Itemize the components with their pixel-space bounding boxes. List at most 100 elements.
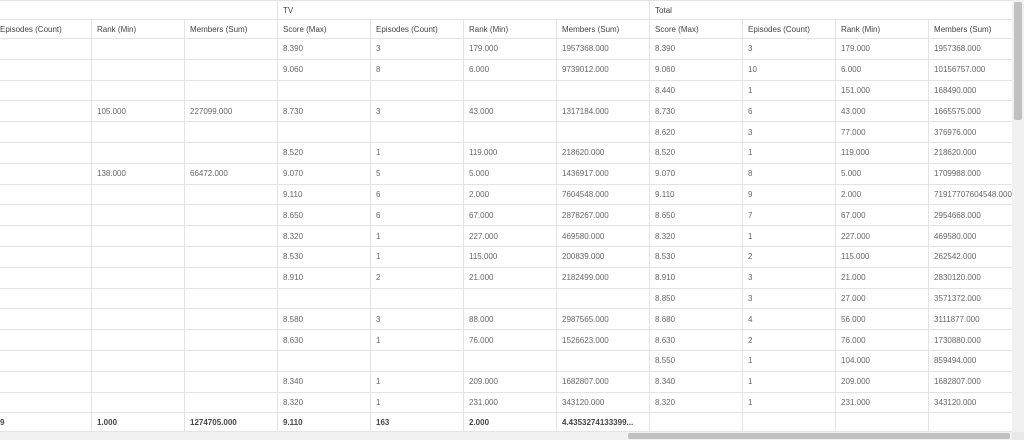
table-cell [0, 121, 92, 143]
table-cell: 1730880.000 [928, 329, 1012, 351]
table-row[interactable]: 8.520 1 119.000 218620.000 8.520 1 119.000 2186… [0, 141, 1012, 164]
column-header[interactable]: Rank (Min) [91, 19, 185, 39]
table-cell: 3571372.000 [928, 287, 1012, 310]
table-cell: 2830120.000 [928, 266, 1012, 289]
table-cell: 5.000 [835, 162, 930, 185]
table-cell [184, 287, 278, 310]
table-cell: 1 [370, 329, 464, 351]
table-cell: 77.000 [835, 121, 930, 143]
table-cell: 8.530 [277, 245, 371, 268]
column-header[interactable]: Score (Max) [649, 19, 744, 39]
table-cell: 9.070 [649, 162, 744, 185]
table-row[interactable]: 8.530 1 115.000 200839.000 8.530 2 115.000 2625… [0, 245, 1012, 268]
pivot-grid: TV Total Episodes (Count) Rank (Min) Member… [0, 0, 1012, 432]
column-header[interactable]: Members (Sum) [928, 19, 1012, 39]
table-cell [91, 79, 185, 102]
column-header[interactable]: Episodes (Count) [742, 19, 837, 39]
total-cell: 9.110 [277, 412, 371, 432]
table-cell: 2182499.000 [555, 266, 651, 289]
table-cell [91, 287, 185, 310]
table-cell [184, 245, 278, 268]
column-header[interactable]: Rank (Min) [835, 19, 930, 39]
horizontal-scrollbar[interactable] [0, 432, 1012, 440]
table-row[interactable]: 8.850 3 27.000 3571372.000 [0, 287, 1012, 310]
table-row[interactable]: 8.320 1 227.000 469580.000 8.320 1 227.000 4695… [0, 225, 1012, 247]
table-cell [0, 183, 92, 206]
table-row[interactable]: 138.000 66472.000 9.070 5 5.000 1436917.000 9.… [0, 162, 1012, 185]
total-cell: 9 [0, 412, 92, 432]
vertical-scroll-thumb[interactable] [1014, 2, 1022, 120]
column-header[interactable]: Episodes (Count) [370, 19, 464, 39]
column-header[interactable]: Episodes (Count) [0, 19, 92, 39]
table-cell: 1 [370, 141, 464, 164]
table-row[interactable]: 8.320 1 231.000 343120.000 8.320 1 231.000 3431… [0, 391, 1012, 414]
table-row[interactable]: 8.550 1 104.000 859494.000 [0, 349, 1012, 372]
column-group-header[interactable] [0, 0, 278, 20]
table-cell: 1317184.000 [555, 100, 651, 123]
total-cell [928, 412, 1012, 432]
table-cell: 8.730 [649, 100, 744, 123]
table-cell [184, 79, 278, 102]
table-cell [91, 38, 185, 60]
table-row[interactable]: 8.390 3 179.000 1957368.000 8.390 3 179.000 195… [0, 38, 1012, 60]
table-cell [0, 162, 92, 185]
table-cell: 3 [742, 266, 837, 289]
total-cell: 4.4353274133399... [555, 412, 651, 432]
column-header[interactable]: Rank (Min) [463, 19, 557, 39]
table-cell: 9.110 [277, 183, 371, 206]
table-cell: 6.000 [463, 58, 557, 81]
column-group-header[interactable]: TV [276, 0, 651, 20]
table-cell: 343120.000 [555, 391, 651, 414]
table-row[interactable]: 8.340 1 209.000 1682807.000 8.340 1 209.000 168… [0, 370, 1012, 393]
table-row[interactable]: 9.110 6 2.000 7604548.000 9.110 9 2.000 7191770… [0, 183, 1012, 206]
table-cell: 1665575.000 [928, 100, 1012, 123]
total-cell: 163 [370, 412, 464, 432]
horizontal-scroll-thumb[interactable] [628, 433, 1010, 439]
table-row[interactable]: 8.440 1 151.000 168490.000 [0, 79, 1012, 102]
table-cell: 1957368.000 [555, 38, 651, 60]
table-row[interactable]: 8.620 3 77.000 376976.000 [0, 121, 1012, 143]
table-row[interactable]: 8.650 6 67.000 2878267.000 8.650 7 67.000 29546… [0, 204, 1012, 227]
table-cell [91, 141, 185, 164]
table-cell [463, 121, 557, 143]
table-cell [0, 349, 92, 372]
table-cell [91, 204, 185, 227]
table-cell [0, 329, 92, 351]
table-cell [370, 349, 464, 372]
column-group-header[interactable]: Total [649, 0, 1012, 20]
table-row[interactable]: 105.000 227099.000 8.730 3 43.000 1317184.000… [0, 100, 1012, 123]
table-cell: 2.000 [835, 183, 930, 206]
table-row[interactable]: 9.060 8 6.000 9739012.000 9.060 10 6.000 101567… [0, 58, 1012, 81]
table-cell [184, 38, 278, 60]
table-cell: 4 [742, 308, 837, 331]
table-cell: 8.910 [277, 266, 371, 289]
table-cell [0, 287, 92, 310]
table-row[interactable]: 8.580 3 88.000 2987565.000 8.680 4 56.000 31118… [0, 308, 1012, 331]
table-cell: 67.000 [835, 204, 930, 227]
column-header[interactable]: Score (Max) [277, 19, 371, 39]
table-cell: 9739012.000 [555, 58, 651, 81]
table-cell [91, 225, 185, 247]
table-cell [277, 349, 371, 372]
table-cell [184, 141, 278, 164]
table-cell: 76.000 [835, 329, 930, 351]
table-cell [184, 225, 278, 247]
table-cell: 5 [370, 162, 464, 185]
table-cell: 8 [370, 58, 464, 81]
table-cell [184, 183, 278, 206]
table-cell: 231.000 [835, 391, 930, 414]
table-row[interactable]: 8.630 1 76.000 1526623.000 8.630 2 76.000 17308… [0, 329, 1012, 351]
table-cell: 10156757.000 [928, 58, 1012, 81]
table-cell: 8.340 [649, 370, 744, 393]
table-row[interactable]: 8.910 2 21.000 2182499.000 8.910 3 21.000 28301… [0, 266, 1012, 289]
vertical-scrollbar[interactable] [1012, 0, 1024, 432]
pivot-table: TV Total Episodes (Count) Rank (Min) Member… [0, 0, 1012, 432]
table-cell: 1682807.000 [555, 370, 651, 393]
table-cell [91, 349, 185, 372]
total-cell [742, 412, 837, 432]
column-header[interactable]: Members (Sum) [555, 19, 651, 39]
table-cell: 2.000 [463, 183, 557, 206]
table-cell [463, 287, 557, 310]
column-header[interactable]: Members (Sum) [184, 19, 278, 39]
table-cell: 3 [370, 308, 464, 331]
